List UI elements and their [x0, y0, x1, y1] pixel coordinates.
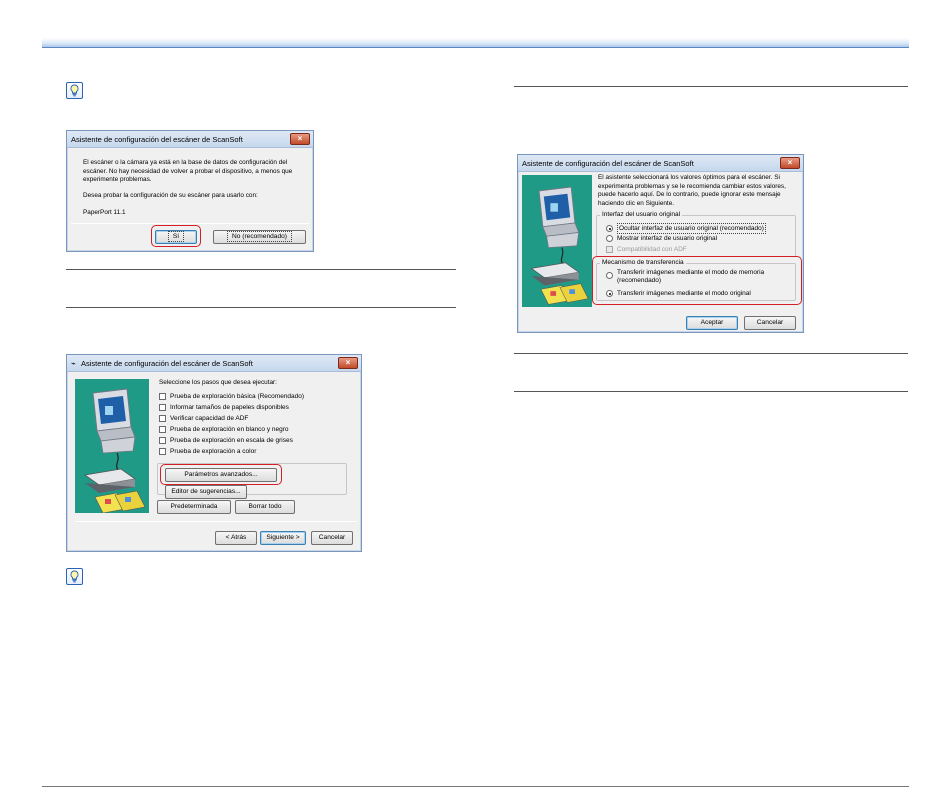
scanner-illustration	[75, 379, 149, 513]
close-icon[interactable]: ×	[290, 133, 310, 145]
step-option[interactable]: Prueba de exploración a color	[159, 447, 256, 456]
back-button[interactable]: < Atrás	[215, 531, 257, 545]
message-line: haciendo clic en Siguiente.	[598, 199, 675, 207]
message-line: escáner. No hay necesidad de volver a pr…	[83, 167, 293, 175]
close-icon[interactable]: ×	[780, 157, 800, 169]
rule	[66, 307, 456, 308]
highlight-frame	[151, 225, 201, 247]
step-option[interactable]: Prueba de exploración básica (Recomendad…	[159, 392, 304, 401]
step-option[interactable]: Informar tamaños de papeles disponibles	[159, 403, 289, 412]
show-ui-radio[interactable]: Mostrar interfaz de usuario original	[606, 234, 717, 243]
scanner-illustration	[522, 175, 592, 307]
step-option-label: Prueba de exploración en blanco y negro	[170, 426, 289, 433]
step-option-label: Verificar capacidad de ADF	[170, 415, 249, 422]
dialog-message: El escáner o la cámara ya está en la bas…	[83, 159, 311, 185]
highlight-frame	[160, 464, 282, 485]
ok-button[interactable]: Aceptar	[686, 316, 738, 330]
hide-ui-radio[interactable]: Ocultar interfaz de usuario original (re…	[606, 223, 766, 234]
suggestions-editor-button[interactable]: Editor de sugerencias...	[165, 485, 247, 499]
footer-rule	[42, 786, 909, 787]
step-option[interactable]: Verificar capacidad de ADF	[159, 414, 248, 423]
cancel-button[interactable]: Cancelar	[311, 531, 353, 545]
computer-icon	[530, 186, 589, 305]
close-icon[interactable]: ×	[338, 357, 358, 369]
rule	[514, 353, 908, 354]
no-button[interactable]: No (recomendado)	[213, 230, 306, 244]
step-option-label: Prueba de exploración a color	[170, 448, 257, 455]
message-line: El escáner o la cámara ya está en la bas…	[83, 159, 288, 166]
computer-icon	[83, 388, 146, 513]
rule	[514, 391, 908, 392]
divider	[71, 223, 309, 224]
cancel-button[interactable]: Cancelar	[744, 316, 796, 330]
dialog-select-steps: ⌁ Asistente de configuración del escáner …	[66, 354, 362, 552]
product-text: PaperPort 11.1	[83, 209, 126, 216]
wizard-icon: ⌁	[71, 359, 76, 368]
dialog-message: El asistente seleccionará los valores óp…	[598, 174, 798, 208]
default-button[interactable]: Predeterminada	[157, 500, 231, 514]
next-button[interactable]: Siguiente >	[260, 531, 306, 545]
hint-icon	[66, 568, 83, 585]
message-line: experimente problemas.	[83, 176, 152, 184]
no-label: No (recomendado)	[227, 231, 292, 242]
dialog-optimal-settings: Asistente de configuración del escáner d…	[517, 154, 804, 333]
step-option-label: Prueba de exploración en escala de grise…	[170, 437, 293, 444]
message-line: experimenta problemas y se le recomienda…	[598, 182, 786, 190]
question-text: Desea probar la configuración de su escá…	[83, 192, 258, 199]
ui-group-label: Interfaz del usuario original	[600, 211, 683, 219]
step-option-label: Informar tamaños de papeles disponibles	[170, 404, 289, 411]
divider	[75, 521, 357, 522]
adf-checkbox[interactable]: Compatibilidad con ADF	[606, 245, 687, 254]
checkbox-label: Compatibilidad con ADF	[617, 246, 687, 253]
header-band	[42, 38, 909, 48]
dialog-device-in-database: Asistente de configuración del escáner d…	[66, 130, 314, 252]
step-option[interactable]: Prueba de exploración en escala de grise…	[159, 436, 293, 445]
highlight-frame	[592, 256, 802, 305]
step-option-label: Prueba de exploración básica (Recomendad…	[170, 393, 305, 400]
dialog-title: ⌁ Asistente de configuración del escáner …	[67, 355, 361, 372]
rule	[66, 269, 456, 270]
radio-label: Mostrar interfaz de usuario original	[617, 235, 718, 242]
dialog-title: Asistente de configuración del escáner d…	[518, 155, 803, 172]
rule	[514, 86, 908, 87]
steps-prompt: Seleccione los pasos que desea ejecutar:	[159, 379, 277, 386]
message-line: El asistente seleccionará los valores óp…	[598, 174, 780, 181]
dialog-title-text: Asistente de configuración del escáner d…	[81, 359, 253, 368]
dialog-title: Asistente de configuración del escáner d…	[67, 131, 313, 148]
hint-icon	[66, 82, 83, 99]
clear-all-button[interactable]: Borrar todo	[235, 500, 295, 514]
radio-label: Ocultar interfaz de usuario original (re…	[617, 223, 766, 234]
message-line: puede hacerlo aquí. De lo contrario, pue…	[598, 191, 781, 199]
step-option[interactable]: Prueba de exploración en blanco y negro	[159, 425, 289, 434]
